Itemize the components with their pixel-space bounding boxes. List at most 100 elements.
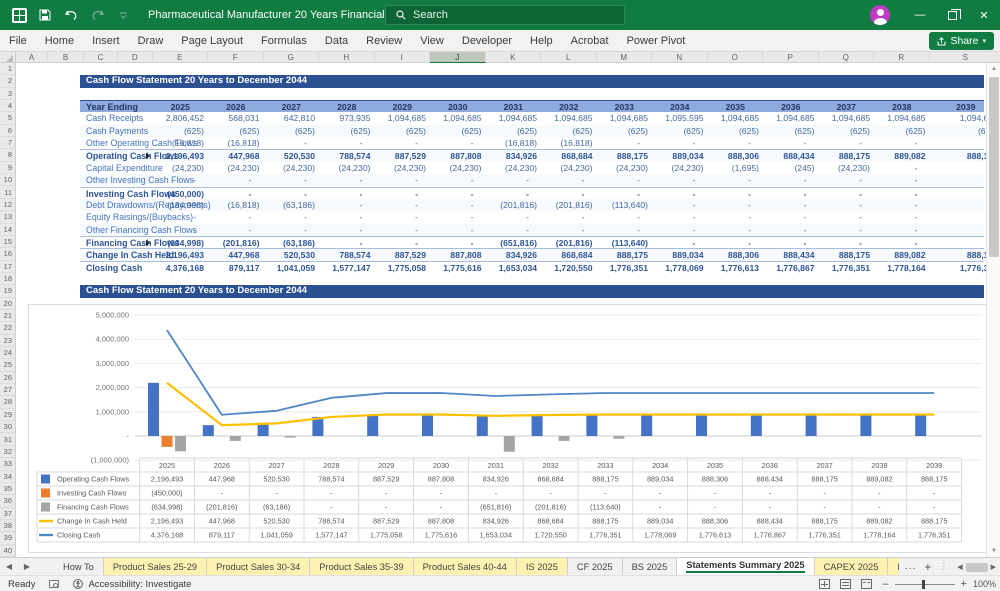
cell-value[interactable]: (16,818) xyxy=(486,137,537,149)
row-header-25[interactable]: 25 xyxy=(0,359,15,372)
cell-value[interactable]: - xyxy=(541,211,585,223)
bar-financing-cash-flows[interactable] xyxy=(503,436,515,452)
column-header-C[interactable]: C xyxy=(84,52,118,63)
sheet-tab-product-sales-35-39[interactable]: Product Sales 35-39 xyxy=(310,558,414,575)
row-header-39[interactable]: 39 xyxy=(0,532,15,545)
column-header-O[interactable]: O xyxy=(708,52,763,63)
cell-value[interactable]: - xyxy=(652,174,696,186)
bar-financing-cash-flows[interactable] xyxy=(175,436,186,452)
bar-operating-cash-flows[interactable] xyxy=(696,414,707,436)
cell-value[interactable]: (24,230) xyxy=(652,162,703,174)
vertical-scroll-thumb[interactable] xyxy=(989,77,999,257)
cell-value[interactable]: 1,778,069 xyxy=(652,262,703,274)
bar-operating-cash-flows[interactable] xyxy=(257,423,269,436)
cell-value[interactable]: (24,230) xyxy=(208,162,259,174)
column-header-R[interactable]: R xyxy=(874,52,930,63)
row-header-19[interactable]: 19 xyxy=(0,285,15,298)
row-header-31[interactable]: 31 xyxy=(0,434,15,446)
cell-value[interactable]: - xyxy=(375,174,418,186)
row-header-15[interactable]: 15 xyxy=(0,236,15,249)
cell-value[interactable]: - xyxy=(763,224,807,236)
cell-value[interactable]: (1,695) xyxy=(708,162,759,174)
row-header-35[interactable]: 35 xyxy=(0,483,15,496)
cell-value[interactable]: (184,998) xyxy=(153,199,204,211)
cell-value[interactable]: (63,186) xyxy=(264,199,315,211)
bar-operating-cash-flows[interactable] xyxy=(750,414,762,436)
cell-value[interactable]: - xyxy=(486,224,529,236)
bar-operating-cash-flows[interactable] xyxy=(860,414,872,436)
cell-value[interactable]: - xyxy=(930,224,987,236)
sheet-tab-is-2025[interactable]: IS 2025 xyxy=(516,558,568,575)
ribbon-tab-acrobat[interactable]: Acrobat xyxy=(562,30,618,52)
cell-value[interactable]: - xyxy=(541,224,585,236)
cell-value[interactable]: 2,806,452 xyxy=(153,112,204,124)
cell-value[interactable]: - xyxy=(264,174,307,186)
cell-value[interactable]: - xyxy=(486,211,529,223)
row-header-37[interactable]: 37 xyxy=(0,508,15,520)
cell-value[interactable]: - xyxy=(597,174,640,186)
cell-value[interactable]: (625) xyxy=(319,125,370,137)
cell-value[interactable]: - xyxy=(264,211,307,223)
column-header-N[interactable]: N xyxy=(652,52,708,63)
cell-value[interactable]: - xyxy=(208,211,252,223)
page-break-view-icon[interactable] xyxy=(861,579,873,589)
cell-value[interactable]: (625) xyxy=(597,125,648,137)
horizontal-scrollbar[interactable]: ◀ ▶ xyxy=(957,560,996,574)
share-button[interactable]: Share ▾ xyxy=(929,32,994,50)
cell-value[interactable]: (16,818) xyxy=(153,137,204,149)
sheet-tab-product-sales-30-34[interactable]: Product Sales 30-34 xyxy=(207,558,311,575)
select-all-corner[interactable] xyxy=(0,52,16,63)
column-header-B[interactable]: B xyxy=(48,52,84,63)
cell-value[interactable]: 973,935 xyxy=(319,112,370,124)
restore-button[interactable] xyxy=(936,0,968,30)
bar-operating-cash-flows[interactable] xyxy=(202,425,214,436)
cell-value[interactable]: (24,230) xyxy=(153,162,204,174)
cell-value[interactable]: - xyxy=(708,199,751,211)
cell-value[interactable]: - xyxy=(319,211,363,223)
cell-value[interactable]: 1,094,685 xyxy=(708,112,759,124)
row-header-23[interactable]: 23 xyxy=(0,335,15,348)
hscroll-right-icon[interactable]: ▶ xyxy=(991,563,996,571)
cell-value[interactable]: - xyxy=(652,211,696,223)
row-header-1[interactable]: 1 xyxy=(0,63,15,76)
row-header-20[interactable]: 20 xyxy=(0,298,15,310)
cell-value[interactable]: 1,094,685 xyxy=(541,112,592,124)
sheet-tab-how-to[interactable]: How To xyxy=(54,558,104,575)
row-header-30[interactable]: 30 xyxy=(0,421,15,434)
cell-value[interactable]: - xyxy=(930,174,987,186)
cell-value[interactable]: 1,776,613 xyxy=(708,262,759,274)
row-header-7[interactable]: 7 xyxy=(0,137,15,150)
row-header-17[interactable]: 17 xyxy=(0,261,15,273)
cell-value[interactable]: (16,818) xyxy=(541,137,592,149)
column-header-G[interactable]: G xyxy=(264,52,319,63)
cell-value[interactable]: - xyxy=(375,137,418,149)
macro-record-icon[interactable] xyxy=(49,580,60,588)
cell-value[interactable]: 1,577,147 xyxy=(319,262,370,274)
cell-value[interactable]: 1,653,034 xyxy=(486,262,537,274)
cell-value[interactable]: - xyxy=(874,162,918,174)
cell-value[interactable]: 1,094,685 xyxy=(763,112,814,124)
cell-value[interactable]: (625) xyxy=(208,125,259,137)
ribbon-tab-review[interactable]: Review xyxy=(357,30,411,52)
horizontal-scroll-thumb[interactable] xyxy=(965,562,988,572)
cell-value[interactable]: 1,776,351 xyxy=(819,262,870,274)
cell-value[interactable]: (113,640) xyxy=(597,199,648,211)
cell-value[interactable]: - xyxy=(486,174,529,186)
cell-value[interactable]: - xyxy=(819,211,862,223)
normal-view-icon[interactable] xyxy=(819,579,831,589)
ribbon-tab-formulas[interactable]: Formulas xyxy=(252,30,316,52)
sheet-tab-product-sales-25-29[interactable]: Product Sales 25-29 xyxy=(103,558,208,575)
cell-value[interactable]: 1,041,059 xyxy=(264,262,315,274)
zoom-slider-thumb[interactable] xyxy=(921,579,925,589)
row-header-40[interactable]: 40 xyxy=(0,545,15,557)
cell-value[interactable]: 1,776,351 xyxy=(597,262,648,274)
row-header-4[interactable]: 4 xyxy=(0,100,15,113)
cell-value[interactable]: (24,230) xyxy=(541,162,592,174)
tabs-scroll-left-icon[interactable]: ◀ xyxy=(0,558,18,575)
row-header-14[interactable]: 14 xyxy=(0,224,15,236)
ribbon-tab-developer[interactable]: Developer xyxy=(453,30,521,52)
cell-value[interactable]: - xyxy=(430,211,474,223)
excel-app-icon[interactable] xyxy=(8,5,30,25)
cell-value[interactable]: (16,818) xyxy=(208,137,259,149)
row-header-13[interactable]: 13 xyxy=(0,211,15,224)
